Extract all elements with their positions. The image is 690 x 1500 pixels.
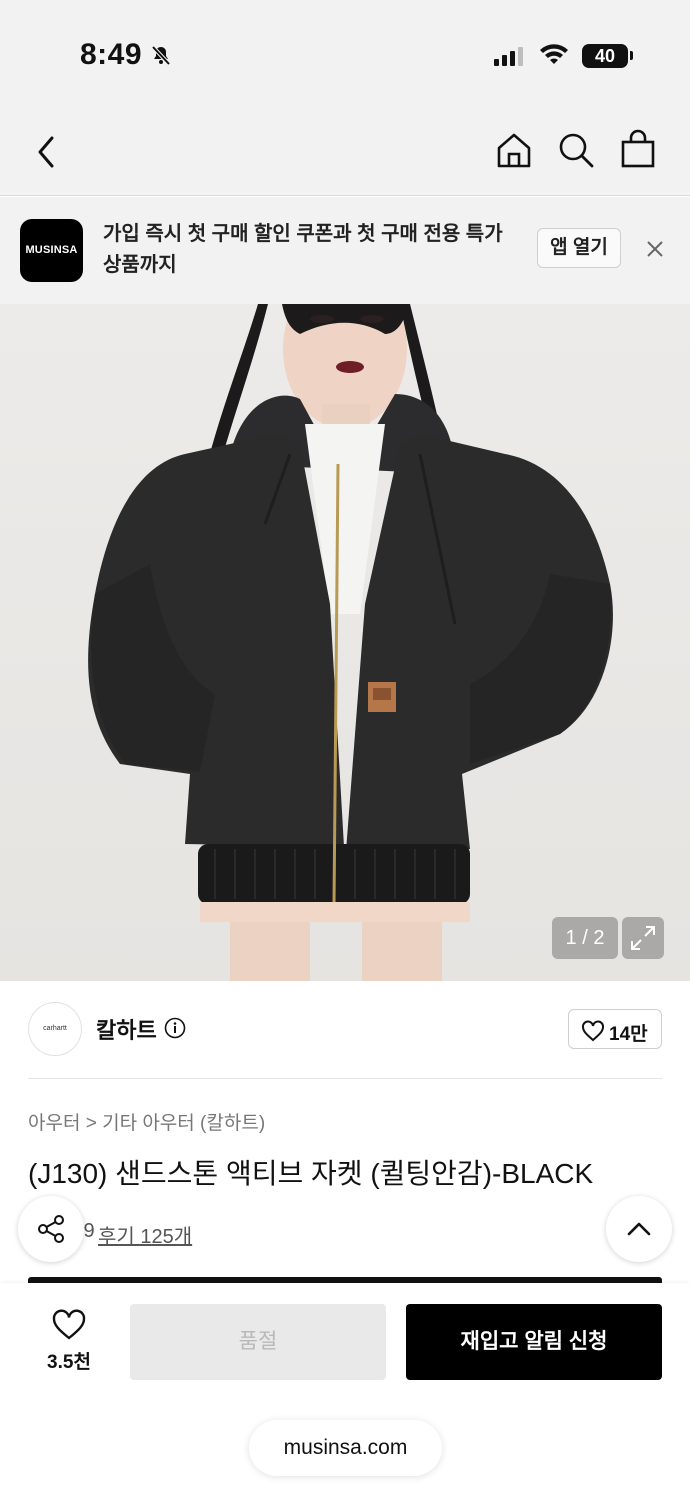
close-icon[interactable] bbox=[644, 238, 668, 262]
app-install-banner: MUSINSA 가입 즉시 첫 구매 할인 쿠폰과 첫 구매 전용 특가 상품까… bbox=[0, 197, 690, 304]
brand-like-count: 14만 bbox=[609, 1024, 648, 1045]
bottom-action-bar: 3.5천 품절 재입고 알림 신청 musinsa.com bbox=[0, 1283, 690, 1500]
shopping-bag-icon[interactable] bbox=[618, 128, 658, 175]
heart-icon bbox=[52, 1309, 86, 1340]
signal-icon bbox=[494, 46, 526, 71]
wish-button[interactable]: 3.5천 bbox=[40, 1309, 98, 1374]
banner-message: 가입 즉시 첫 구매 할인 쿠폰과 첫 구매 전용 특가 상품까지 bbox=[103, 223, 503, 276]
review-link[interactable]: 후기 125개 bbox=[98, 1220, 192, 1249]
top-nav bbox=[0, 110, 690, 196]
brand-like-button[interactable]: 14만 bbox=[568, 1009, 662, 1049]
heart-icon bbox=[582, 1020, 604, 1042]
back-icon[interactable] bbox=[32, 132, 62, 177]
product-image[interactable]: 1 / 2 bbox=[0, 304, 690, 981]
home-icon[interactable] bbox=[494, 130, 534, 175]
chevron-up-icon bbox=[627, 1222, 651, 1236]
battery-tip bbox=[630, 51, 633, 60]
brand-logo[interactable]: carhartt bbox=[28, 1002, 82, 1056]
musinsa-logo: MUSINSA bbox=[20, 219, 83, 282]
scroll-top-button[interactable] bbox=[606, 1196, 672, 1262]
open-app-button[interactable]: 앱 열기 bbox=[537, 228, 621, 268]
brand-row: carhartt 칼하트 14만 bbox=[0, 981, 690, 1078]
breadcrumb[interactable]: 아우터 > 기타 아우터 (칼하트) bbox=[28, 1108, 265, 1135]
share-button[interactable] bbox=[18, 1196, 84, 1262]
soldout-button: 품절 bbox=[130, 1304, 386, 1380]
wish-count: 3.5천 bbox=[47, 1352, 91, 1373]
model-jacket-illustration bbox=[88, 304, 613, 981]
bell-slash-icon bbox=[150, 44, 172, 71]
status-bar: 8:49 40 bbox=[0, 0, 690, 110]
status-time: 8:49 bbox=[80, 38, 143, 71]
expand-icon[interactable] bbox=[622, 917, 664, 959]
share-icon bbox=[38, 1215, 64, 1243]
product-title: (J130) 샌드스톤 액티브 자켓 (퀼팅안감)-BLACK bbox=[28, 1158, 594, 1189]
battery-icon: 40 bbox=[582, 44, 628, 68]
url-pill[interactable]: musinsa.com bbox=[249, 1420, 442, 1476]
image-pager: 1 / 2 bbox=[552, 917, 618, 959]
brand-name[interactable]: 칼하트 bbox=[96, 1013, 157, 1045]
search-icon[interactable] bbox=[556, 130, 596, 175]
restock-alert-button[interactable]: 재입고 알림 신청 bbox=[406, 1304, 662, 1380]
divider bbox=[28, 1078, 662, 1079]
info-icon[interactable] bbox=[164, 1017, 186, 1044]
wifi-icon bbox=[540, 44, 568, 71]
